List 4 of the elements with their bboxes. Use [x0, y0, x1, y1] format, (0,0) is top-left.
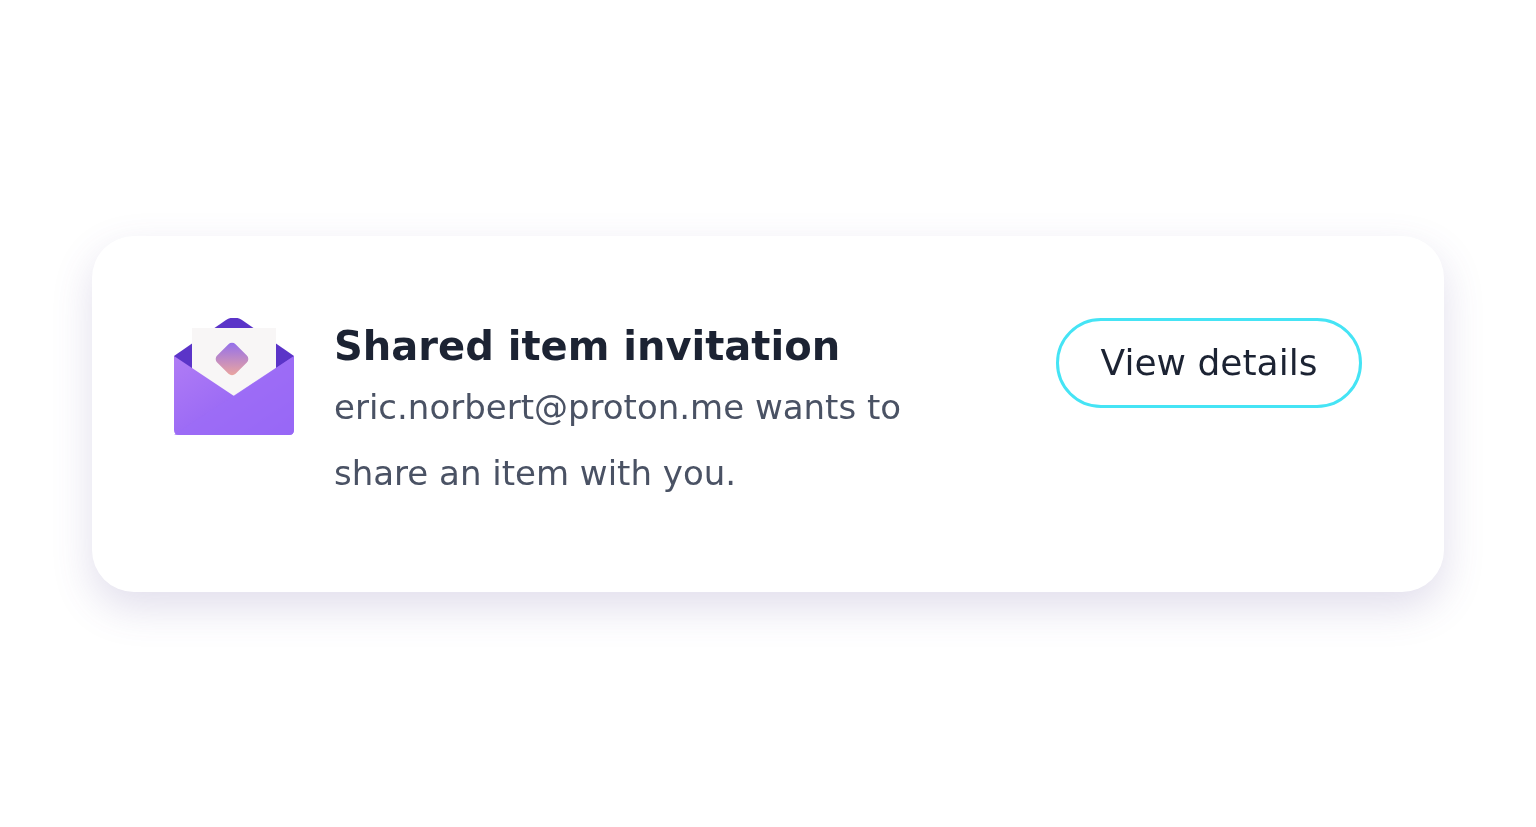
view-details-button[interactable]: View details [1056, 317, 1362, 408]
notification-message: eric.norbert@proton.me wants to share an item with you. [334, 385, 903, 495]
envelope-icon [174, 317, 294, 436]
notification-title: Shared item invitation [334, 321, 842, 371]
